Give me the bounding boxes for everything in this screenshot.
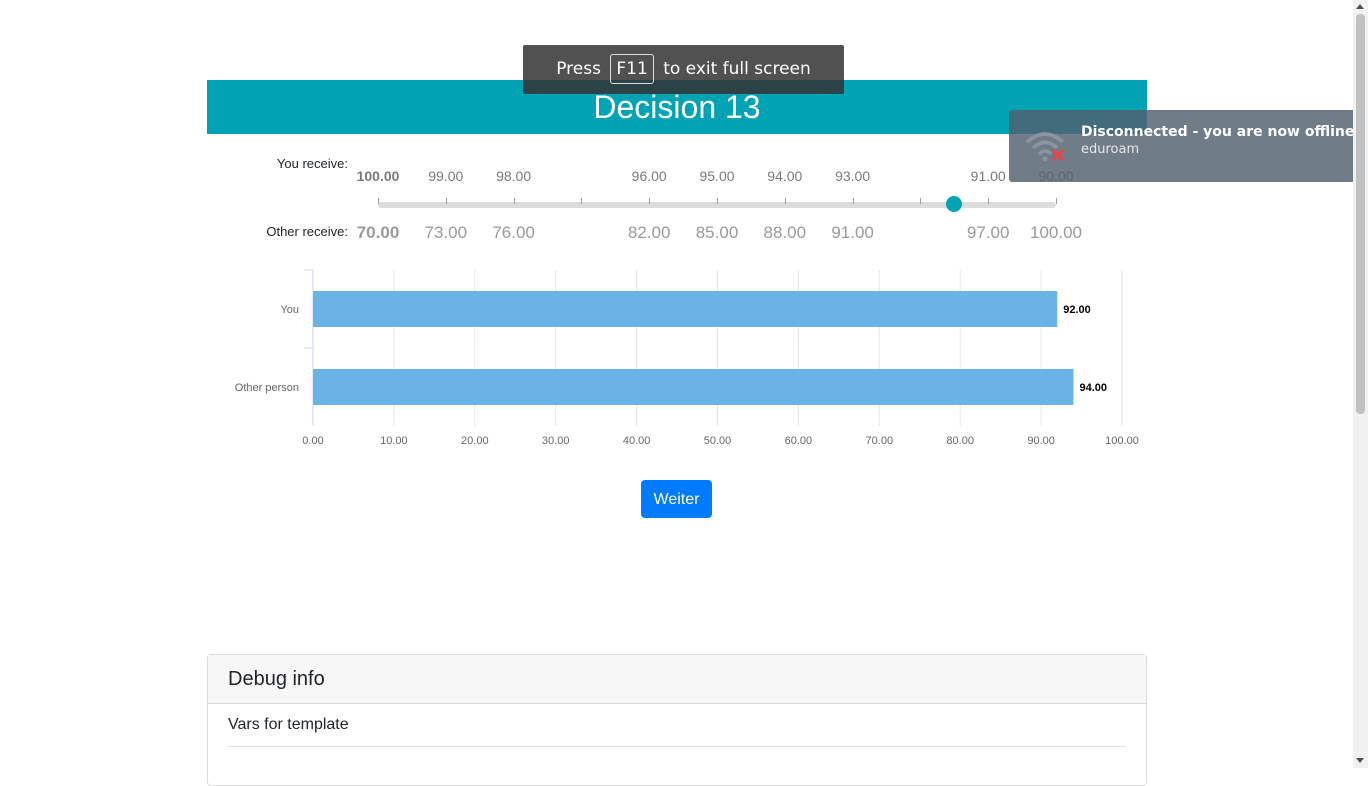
y-category-label: You bbox=[280, 304, 299, 316]
slider-tickmark bbox=[784, 198, 786, 204]
wifi-disconnected-icon bbox=[1025, 132, 1065, 162]
toast-network: eduroam bbox=[1081, 142, 1140, 157]
f11-key: F11 bbox=[610, 54, 654, 84]
other-receive-label: Other receive: bbox=[266, 224, 348, 239]
other-value-4: 82.00 bbox=[627, 223, 671, 242]
you-value-2: 98.00 bbox=[496, 168, 532, 184]
x-tick-label: 0.00 bbox=[302, 435, 323, 446]
slider-tickmark bbox=[649, 198, 651, 204]
debug-title: Debug info bbox=[208, 655, 1146, 704]
scroll-up-arrow[interactable] bbox=[1356, 4, 1364, 9]
slider-tickmark bbox=[513, 198, 515, 204]
x-tick-label: 50.00 bbox=[704, 435, 732, 446]
other-value-9: 97.00 bbox=[966, 223, 1010, 242]
bar-you bbox=[313, 291, 1058, 327]
other-value-0: 70.00 bbox=[356, 223, 400, 242]
fullscreen-pre: Press bbox=[556, 59, 601, 79]
slider-tickmark bbox=[581, 198, 583, 204]
data-label: 94.00 bbox=[1079, 382, 1107, 394]
fullscreen-notice: Press F11 to exit full screen bbox=[523, 45, 844, 94]
scroll-thumb[interactable] bbox=[1356, 14, 1365, 414]
debug-panel: Debug info Vars for template bbox=[207, 654, 1147, 786]
y-category-label: Other person bbox=[235, 382, 299, 394]
data-label: 92.00 bbox=[1063, 304, 1091, 316]
other-value-5: 85.00 bbox=[695, 223, 739, 242]
x-tick-label: 90.00 bbox=[1027, 435, 1055, 446]
slider-tickmark bbox=[920, 198, 922, 204]
other-value-2: 76.00 bbox=[492, 223, 535, 242]
x-tick-label: 30.00 bbox=[542, 435, 570, 446]
you-value-1: 99.00 bbox=[428, 168, 464, 184]
x-tick-label: 10.00 bbox=[380, 435, 408, 446]
slider-tickmark bbox=[1056, 198, 1057, 204]
scroll-down-arrow[interactable] bbox=[1356, 758, 1364, 763]
toast-title: Disconnected - you are now offline bbox=[1081, 124, 1355, 140]
you-value-4: 96.00 bbox=[631, 168, 667, 184]
weiter-button[interactable]: Weiter bbox=[641, 480, 712, 518]
you-value-0: 100.00 bbox=[356, 168, 400, 184]
scrollbar[interactable] bbox=[1353, 0, 1368, 768]
x-tick-label: 40.00 bbox=[623, 435, 651, 446]
slider-tickmark bbox=[445, 198, 447, 204]
bar-chart: 0.00 10.00 20.00 30.00 40.00 50.00 60.00 70.00 8… bbox=[235, 269, 1139, 446]
you-value-9: 91.00 bbox=[970, 168, 1006, 184]
you-value-5: 95.00 bbox=[699, 168, 735, 184]
fullscreen-post: to exit full screen bbox=[663, 59, 811, 79]
x-tick-label: 70.00 bbox=[866, 435, 894, 446]
other-value-7: 91.00 bbox=[831, 223, 874, 242]
x-tick-label: 80.00 bbox=[946, 435, 974, 446]
you-value-7: 93.00 bbox=[835, 168, 871, 184]
slider-tickmark bbox=[988, 198, 990, 204]
other-value-6: 88.00 bbox=[763, 223, 807, 242]
other-value-1: 73.00 bbox=[424, 223, 468, 242]
bar-other-person bbox=[313, 369, 1074, 405]
you-value-6: 94.00 bbox=[767, 168, 803, 184]
network-notification[interactable]: Disconnected - you are now offline eduro… bbox=[1009, 110, 1361, 182]
slider-tickmark bbox=[378, 198, 379, 204]
other-value-10: 100.00 bbox=[1030, 223, 1082, 242]
slider-tickmark bbox=[717, 198, 718, 204]
x-tick-label: 100.00 bbox=[1105, 435, 1139, 446]
slider-tickmark bbox=[852, 198, 854, 204]
x-tick-label: 60.00 bbox=[785, 435, 813, 446]
debug-subtitle: Vars for template bbox=[228, 716, 1126, 747]
you-receive-label: You receive: bbox=[276, 156, 348, 171]
x-tick-label: 20.00 bbox=[461, 435, 489, 446]
slider-handle[interactable] bbox=[946, 196, 963, 212]
